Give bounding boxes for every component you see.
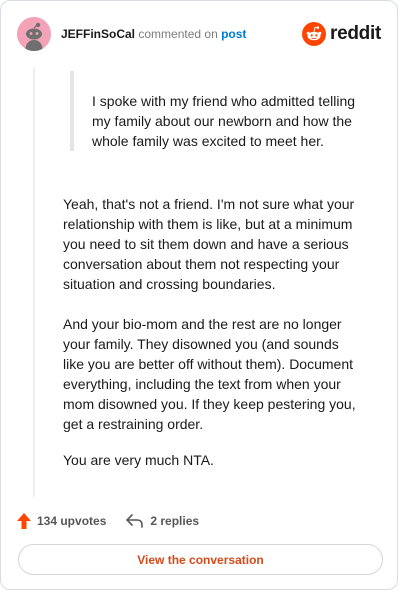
- comment-embed-card: JEFFinSoCal commented on post reddit I s…: [0, 0, 398, 590]
- comment-paragraph: And your bio-mom and the rest are no lon…: [63, 316, 356, 432]
- comment-paragraph: You are very much NTA.: [63, 452, 214, 468]
- replies-button[interactable]: 2 replies: [126, 514, 199, 528]
- reddit-wordmark: reddit: [330, 23, 381, 44]
- reddit-logo-icon: [302, 22, 327, 46]
- byline: JEFFinSoCal commented on post: [61, 27, 246, 41]
- thread-line[interactable]: [33, 67, 35, 497]
- comment-actions: 134 upvotes 2 replies: [17, 511, 199, 531]
- username-link[interactable]: JEFFinSoCal: [61, 27, 135, 41]
- post-link[interactable]: post: [221, 27, 246, 41]
- comment-header: JEFFinSoCal commented on post reddit: [17, 17, 381, 51]
- reply-icon: [126, 514, 144, 528]
- quoted-text: I spoke with my friend who admitted tell…: [70, 71, 360, 151]
- reddit-logo[interactable]: reddit: [302, 21, 381, 47]
- upvote-count: 134 upvotes: [37, 514, 107, 528]
- reply-count: 2 replies: [150, 514, 200, 528]
- comment-paragraph: Yeah, that's not a friend. I'm not sure …: [63, 196, 355, 292]
- upvote-button[interactable]: 134 upvotes: [17, 513, 106, 529]
- view-conversation-button[interactable]: View the conversation: [18, 544, 383, 575]
- avatar-icon: [17, 17, 51, 51]
- avatar[interactable]: [17, 17, 51, 51]
- upvote-arrow-icon: [17, 513, 31, 529]
- byline-action-text: commented on: [138, 27, 218, 41]
